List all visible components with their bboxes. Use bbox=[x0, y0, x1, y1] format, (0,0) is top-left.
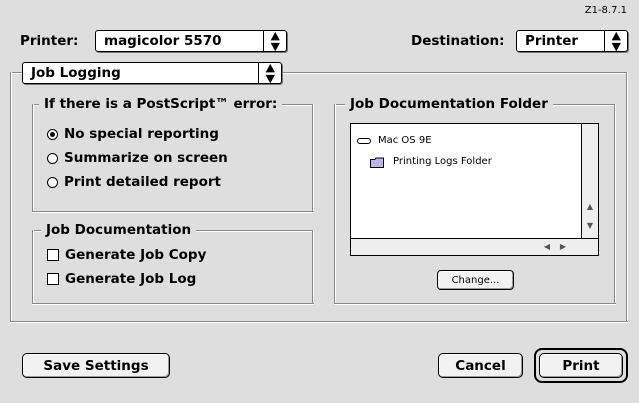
jd-group-left bbox=[32, 230, 34, 304]
version-label: Z1-8.7.1 bbox=[584, 5, 627, 16]
cancel-button[interactable]: Cancel bbox=[438, 353, 523, 378]
outer-group-right bbox=[626, 72, 628, 322]
printer-popup[interactable]: magicolor 5570 ▲ ▼ bbox=[95, 30, 287, 52]
scroll-left-icon[interactable]: ◀ bbox=[542, 242, 552, 252]
popup-arrows-icon: ▲ ▼ bbox=[604, 30, 627, 52]
jd-group-bottom bbox=[32, 303, 314, 305]
destination-popup[interactable]: Printer ▲ ▼ bbox=[516, 30, 628, 52]
destination-label: Destination: bbox=[411, 33, 505, 49]
ps-group-bottom bbox=[32, 211, 314, 213]
popup-arrows-icon: ▲ ▼ bbox=[263, 30, 286, 52]
horizontal-scrollbar[interactable]: ◀ ▶ bbox=[351, 238, 598, 255]
folder-list[interactable]: Mac OS 9E Printing Logs Folder ▲ ▼ ◀ ▶ bbox=[350, 123, 599, 256]
radio-summarize-on-screen[interactable]: Summarize on screen bbox=[47, 149, 228, 167]
folder-group-right bbox=[614, 104, 616, 304]
checkbox-generate-job-copy[interactable]: Generate Job Copy bbox=[47, 246, 206, 264]
folder-group-bottom bbox=[334, 303, 616, 305]
list-item-label: Printing Logs Folder bbox=[393, 156, 492, 167]
radio-label: No special reporting bbox=[64, 126, 219, 142]
folder-group-left bbox=[334, 104, 336, 304]
jd-group-right bbox=[312, 230, 314, 304]
radio-print-detailed-report[interactable]: Print detailed report bbox=[47, 173, 221, 191]
radio-no-special-reporting[interactable]: No special reporting bbox=[47, 125, 219, 143]
radio-button[interactable] bbox=[47, 176, 58, 188]
checkbox[interactable] bbox=[47, 273, 59, 285]
list-item[interactable]: Mac OS 9E bbox=[357, 134, 432, 148]
radio-label: Summarize on screen bbox=[64, 150, 228, 166]
checkbox-label: Generate Job Copy bbox=[65, 247, 207, 263]
ps-error-title: If there is a PostScript™ error: bbox=[39, 95, 283, 113]
disk-icon bbox=[357, 138, 371, 144]
radio-label: Print detailed report bbox=[64, 174, 221, 190]
destination-value: Printer bbox=[525, 33, 579, 49]
outer-group-bottom bbox=[10, 321, 628, 323]
scroll-up-icon[interactable]: ▲ bbox=[585, 202, 595, 212]
ps-group-left bbox=[32, 104, 34, 212]
print-button[interactable]: Print bbox=[539, 353, 623, 378]
panel-menu-popup[interactable]: Job Logging ▲ ▼ bbox=[22, 62, 282, 84]
checkbox-label: Generate Job Log bbox=[65, 271, 197, 287]
scroll-right-icon[interactable]: ▶ bbox=[558, 242, 568, 252]
panel-menu-value: Job Logging bbox=[31, 65, 121, 81]
checkbox-generate-job-log[interactable]: Generate Job Log bbox=[47, 270, 196, 288]
save-settings-button[interactable]: Save Settings bbox=[22, 353, 170, 378]
printer-value: magicolor 5570 bbox=[104, 33, 222, 49]
job-documentation-title: Job Documentation bbox=[41, 221, 197, 239]
ps-group-right bbox=[312, 104, 314, 212]
outer-group-left bbox=[10, 72, 12, 322]
printer-label: Printer: bbox=[20, 33, 79, 49]
checkbox[interactable] bbox=[47, 249, 59, 261]
folder-icon bbox=[370, 157, 384, 168]
list-item-label: Mac OS 9E bbox=[378, 135, 432, 146]
change-button[interactable]: Change... bbox=[437, 270, 514, 290]
radio-button[interactable] bbox=[47, 152, 58, 164]
radio-button[interactable] bbox=[47, 128, 58, 140]
list-item[interactable]: Printing Logs Folder bbox=[370, 155, 492, 169]
popup-arrows-icon: ▲ ▼ bbox=[258, 62, 281, 84]
scroll-down-icon[interactable]: ▼ bbox=[585, 221, 595, 231]
vertical-scrollbar[interactable]: ▲ ▼ bbox=[581, 124, 598, 239]
doc-folder-title: Job Documentation Folder bbox=[345, 95, 553, 113]
